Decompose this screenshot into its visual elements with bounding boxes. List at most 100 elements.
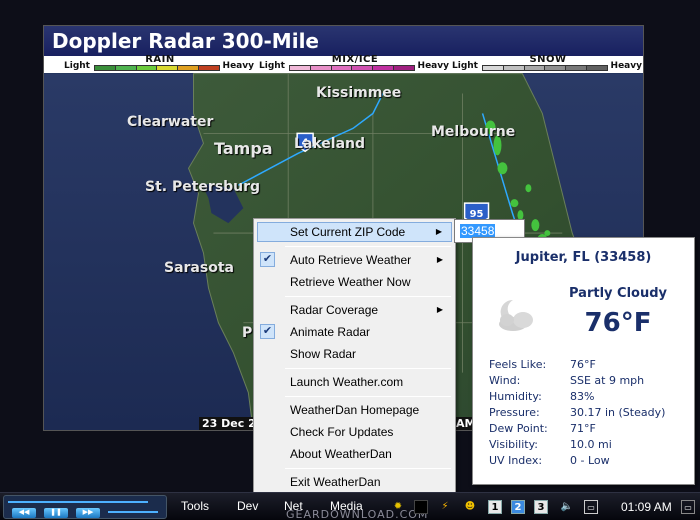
legend-snow-bar	[482, 65, 608, 71]
legend-swatch	[503, 66, 525, 70]
city-sarasota: Sarasota	[164, 260, 234, 276]
legend-snow-light: Light	[452, 61, 478, 71]
detail-label: Feels Like:	[489, 358, 547, 371]
legend-swatch	[566, 66, 588, 70]
desktop-2-button[interactable]: 2	[511, 500, 525, 514]
detail-row: Pressure: 30.17 in (Steady)	[489, 406, 689, 422]
legend-swatch	[157, 66, 179, 70]
toolbar-dev[interactable]: Dev	[237, 499, 258, 513]
legend-rain-bar	[94, 65, 220, 71]
menu-item-exit[interactable]: Exit WeatherDan	[257, 472, 452, 492]
weather-temperature: 76°F	[584, 308, 652, 338]
city-partial: P	[242, 325, 253, 341]
seek-bar[interactable]	[8, 501, 148, 503]
legend-mix-light: Light	[259, 61, 285, 71]
monitor-tray-icon[interactable]	[414, 500, 428, 514]
menu-item-label: Show Radar	[290, 347, 357, 361]
check-icon: ✔	[260, 324, 275, 339]
menu-item-show-radar[interactable]: Show Radar	[257, 344, 452, 364]
detail-row: Visibility: 10.0 mi	[489, 438, 689, 454]
menu-item-auto-retrieve[interactable]: ✔ Auto Retrieve Weather ▶	[257, 250, 452, 270]
legend-swatch	[136, 66, 158, 70]
detail-label: Wind:	[489, 374, 521, 387]
weather-popup: Jupiter, FL (33458) Partly Cloudy 76°F F…	[472, 237, 695, 485]
check-icon: ✔	[260, 252, 275, 267]
desktop-3-button[interactable]: 3	[534, 500, 548, 514]
lightning-tray-icon[interactable]: ⚡	[438, 500, 452, 514]
menu-item-label: Exit WeatherDan	[290, 475, 381, 489]
weather-details: Feels Like: 76°F Wind: SSE at 9 mph Humidi…	[489, 358, 689, 470]
detail-value: 71°F	[570, 422, 596, 435]
menu-item-homepage[interactable]: WeatherDan Homepage	[257, 400, 452, 420]
legend-swatch	[178, 66, 200, 70]
network-icon[interactable]: ▭	[584, 500, 598, 514]
city-st-petersburg: St. Petersburg	[145, 179, 261, 195]
menu-separator	[285, 396, 451, 397]
legend-swatch	[310, 66, 332, 70]
menu-item-label: Auto Retrieve Weather	[290, 253, 412, 267]
toolbar-tools[interactable]: Tools	[181, 499, 209, 513]
weather-condition: Partly Cloudy	[569, 286, 667, 301]
detail-value: 10.0 mi	[570, 438, 612, 451]
menu-item-retrieve-now[interactable]: Retrieve Weather Now	[257, 272, 452, 292]
rewind-button[interactable]: ◀◀	[12, 508, 36, 518]
forward-button[interactable]: ▶▶	[76, 508, 100, 518]
partly-cloudy-icon	[499, 299, 533, 331]
legend-swatch	[290, 66, 311, 70]
detail-row: Humidity: 83%	[489, 390, 689, 406]
show-desktop-icon[interactable]: ▭	[681, 500, 695, 514]
detail-label: Visibility:	[489, 438, 539, 451]
menu-item-check-updates[interactable]: Check For Updates	[257, 422, 452, 442]
city-melbourne: Melbourne	[431, 124, 516, 140]
submenu-arrow-icon: ▶	[435, 227, 442, 236]
legend-swatch	[373, 66, 395, 70]
detail-row: Wind: SSE at 9 mph	[489, 374, 689, 390]
legend-mix-bar	[289, 65, 415, 71]
legend-swatch	[545, 66, 567, 70]
legend-snow-heavy: Heavy	[610, 61, 642, 71]
menu-item-label: Launch Weather.com	[290, 375, 404, 389]
menu-item-launch-weather-com[interactable]: Launch Weather.com	[257, 372, 452, 392]
legend-snow: SNOW Light Heavy	[450, 54, 643, 73]
menu-separator	[285, 468, 451, 469]
detail-value: 0 - Low	[570, 454, 610, 467]
detail-label: Humidity:	[489, 390, 542, 403]
zip-code-value: 33458	[460, 224, 496, 238]
legend-mix-heavy: Heavy	[417, 61, 449, 71]
volume-slider[interactable]	[108, 511, 158, 513]
system-clock: 01:09 AM	[621, 500, 672, 514]
legend-swatch	[524, 66, 546, 70]
detail-value: SSE at 9 mph	[570, 374, 645, 387]
city-kissimmee: Kissimmee	[316, 85, 402, 101]
submenu-arrow-icon: ▶	[436, 255, 443, 264]
menu-separator	[285, 296, 451, 297]
legend-mix-ice: MIX/ICE Light Heavy	[257, 54, 453, 73]
legend-rain-heavy: Heavy	[222, 61, 254, 71]
volume-icon[interactable]: 🔈	[560, 500, 574, 514]
detail-value: 83%	[570, 390, 595, 403]
legend-swatch	[587, 66, 607, 70]
legend-swatch	[394, 66, 414, 70]
menu-item-about[interactable]: About WeatherDan	[257, 444, 452, 464]
menu-item-radar-coverage[interactable]: Radar Coverage ▶	[257, 300, 452, 320]
desktop-1-button[interactable]: 1	[488, 500, 502, 514]
menu-item-label: Check For Updates	[290, 425, 394, 439]
taskbar: ◀◀ ❚❚ ▶▶ Tools Dev Net Media GEARDOWNLOA…	[0, 492, 700, 520]
menu-item-set-zip[interactable]: Set Current ZIP Code ▶	[257, 222, 452, 242]
city-tampa: Tampa	[214, 139, 273, 158]
legend-swatch	[483, 66, 504, 70]
menu-separator	[285, 368, 451, 369]
city-clearwater: Clearwater	[127, 114, 214, 130]
menu-item-animate-radar[interactable]: ✔ Animate Radar	[257, 322, 452, 342]
context-menu: Set Current ZIP Code ▶ ✔ Auto Retrieve W…	[253, 218, 456, 493]
pause-button[interactable]: ❚❚	[44, 508, 68, 518]
menu-item-label: Radar Coverage	[290, 303, 379, 317]
legend-swatch	[115, 66, 137, 70]
legend-swatch	[331, 66, 353, 70]
watermark: GEARDOWNLOAD.COM	[286, 508, 429, 520]
smiley-tray-icon[interactable]: ☻	[463, 500, 477, 514]
menu-item-label: WeatherDan Homepage	[290, 403, 420, 417]
menu-item-label: Animate Radar	[290, 325, 371, 339]
weather-tray-icon[interactable]: ✹	[391, 500, 405, 514]
menu-item-label: Retrieve Weather Now	[290, 275, 411, 289]
